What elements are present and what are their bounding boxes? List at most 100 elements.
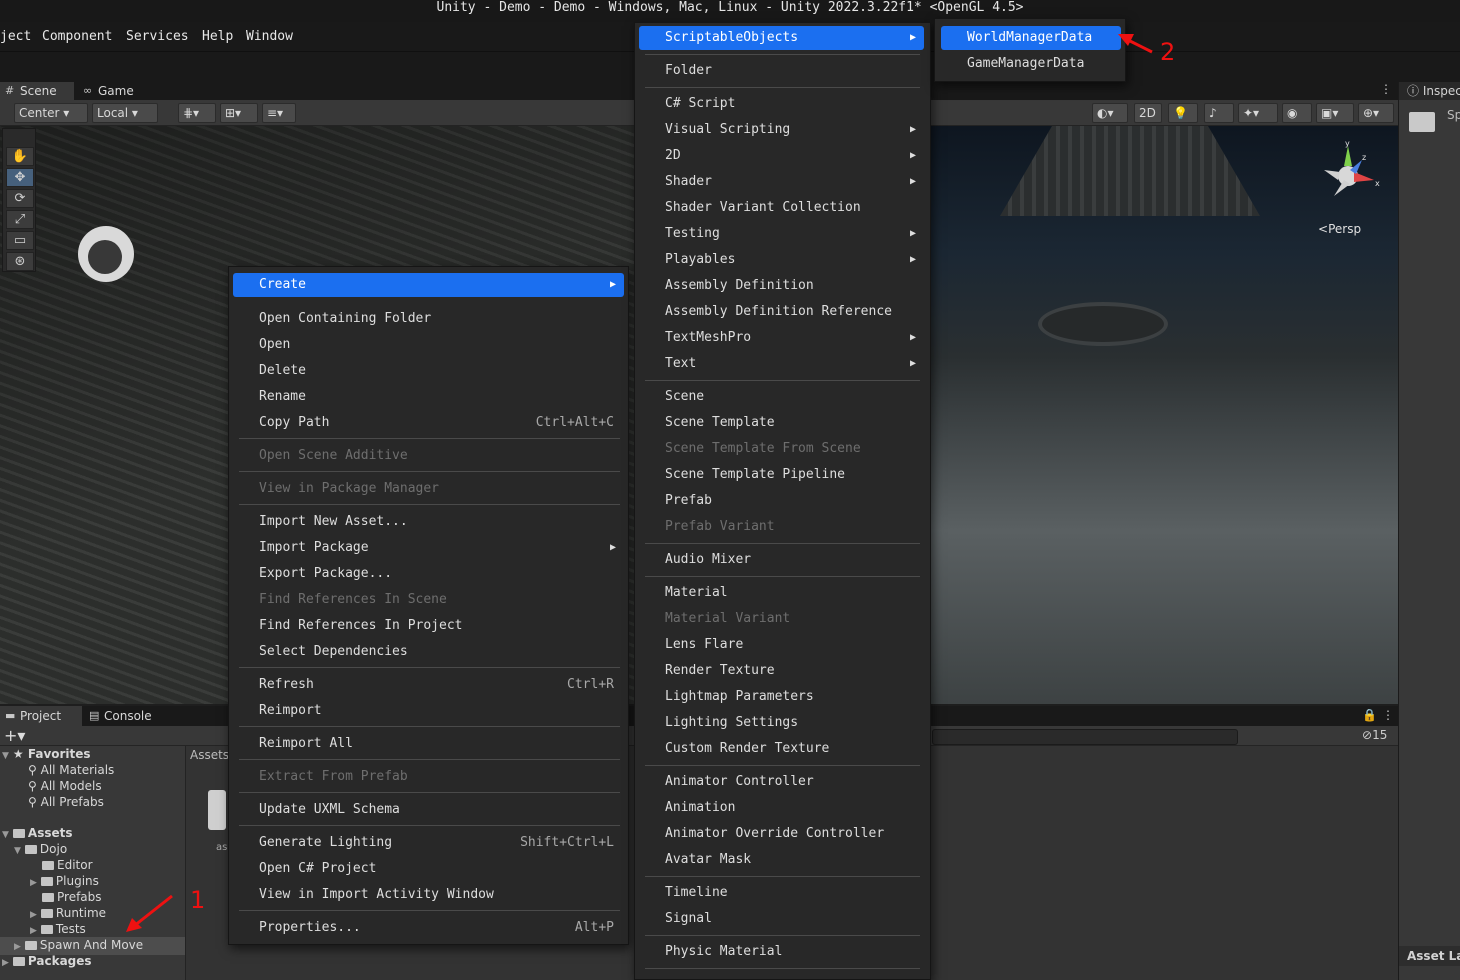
asset-labels-header[interactable]: Asset Labels xyxy=(1399,946,1460,966)
draw-mode-button[interactable]: ◐▾ xyxy=(1092,103,1128,123)
menu-item-create[interactable]: Create ▶ xyxy=(233,273,624,297)
camera-gizmo-icon[interactable] xyxy=(78,226,134,282)
menu-item-animator-override-controller[interactable]: Animator Override Controller xyxy=(639,822,924,846)
tab-inspector[interactable]: ⓘ Inspector xyxy=(1399,82,1460,100)
tab-game[interactable]: ∞ Game xyxy=(78,82,148,100)
visibility-button[interactable]: ◉ xyxy=(1282,103,1312,123)
menu-item-lightmap-parameters[interactable]: Lightmap Parameters xyxy=(639,685,924,709)
lock-icon[interactable]: 🔒 xyxy=(1362,708,1377,722)
menu-item-lens-flare[interactable]: Lens Flare xyxy=(639,633,924,657)
menu-item-import-package[interactable]: Import Package ▶ xyxy=(233,536,624,560)
menu-item-animation[interactable]: Animation xyxy=(639,796,924,820)
menu-item-open[interactable]: Open xyxy=(233,333,624,357)
menu-item-reimport-all[interactable]: Reimport All xyxy=(233,732,624,756)
menu-item-reimport[interactable]: Reimport xyxy=(233,699,624,723)
menu-item-properties[interactable]: Properties... Alt+P xyxy=(233,916,624,940)
menu-item-select-dependencies[interactable]: Select Dependencies xyxy=(233,640,624,664)
menu-item-copy-path[interactable]: Copy Path Ctrl+Alt+C xyxy=(233,411,624,435)
transform-tool-icon[interactable]: ⊛ xyxy=(6,252,34,271)
menu-item-delete[interactable]: Delete xyxy=(233,359,624,383)
menu-item-refresh[interactable]: Refresh Ctrl+R xyxy=(233,673,624,697)
menu-window[interactable]: Window xyxy=(246,29,293,44)
menu-item-rename[interactable]: Rename xyxy=(233,385,624,409)
space-dropdown[interactable]: Local ▾ xyxy=(92,103,158,123)
menu-item-scene[interactable]: Scene xyxy=(639,385,924,409)
effects-button[interactable]: ✦▾ xyxy=(1238,103,1278,123)
menu-item-scene-template[interactable]: Scene Template xyxy=(639,411,924,435)
more-options-icon[interactable]: ⋮ xyxy=(1380,82,1392,96)
menu-item-csharp-script[interactable]: C# Script xyxy=(639,92,924,116)
menu-item-scriptableobjects[interactable]: ScriptableObjects ▶ xyxy=(639,26,924,50)
menu-item-folder[interactable]: Folder xyxy=(639,59,924,83)
menu-item-timeline[interactable]: Timeline xyxy=(639,881,924,905)
camera-button[interactable]: ▣▾ xyxy=(1316,103,1354,123)
grid-toggle-button[interactable]: ⊞▾ xyxy=(220,103,258,123)
tree-editor[interactable]: Editor xyxy=(42,857,93,873)
gizmos-button[interactable]: ⊕▾ xyxy=(1358,103,1394,123)
menu-item-testing[interactable]: Testing ▶ xyxy=(639,222,924,246)
menu-item-playables[interactable]: Playables ▶ xyxy=(639,248,924,272)
menu-item-2d[interactable]: 2D ▶ xyxy=(639,144,924,168)
tree-fav-prefabs[interactable]: ⚲ All Prefabs xyxy=(28,794,104,810)
move-tool-icon[interactable]: ✥ xyxy=(6,168,34,187)
menu-project[interactable]: ject xyxy=(0,29,31,44)
rotate-tool-icon[interactable]: ⟳ xyxy=(6,189,34,208)
menu-help[interactable]: Help xyxy=(202,29,233,44)
menu-item-export-package[interactable]: Export Package... xyxy=(233,562,624,586)
menu-item-render-texture[interactable]: Render Texture xyxy=(639,659,924,683)
tree-packages[interactable]: ▶ Packages xyxy=(2,953,92,971)
menu-label: Shader xyxy=(665,174,712,189)
menu-item-prefab[interactable]: Prefab xyxy=(639,489,924,513)
menu-item-signal[interactable]: Signal xyxy=(639,907,924,931)
projection-label[interactable]: <Persp xyxy=(1318,222,1361,236)
menu-item-assembly-definition-reference[interactable]: Assembly Definition Reference xyxy=(639,300,924,324)
mode-2d-button[interactable]: 2D xyxy=(1134,103,1162,123)
menu-item-visual-scripting[interactable]: Visual Scripting ▶ xyxy=(639,118,924,142)
add-asset-button[interactable]: +▾ xyxy=(4,726,25,745)
menu-item-import-new-asset[interactable]: Import New Asset... xyxy=(233,510,624,534)
asset-thumbnail[interactable] xyxy=(208,790,226,830)
menu-component[interactable]: Component xyxy=(42,29,112,44)
tree-prefabs[interactable]: Prefabs xyxy=(42,889,102,905)
scale-tool-icon[interactable]: ⤢ xyxy=(6,210,34,229)
menu-item-gamemanagerdata[interactable]: GameManagerData xyxy=(941,52,1121,76)
tree-fav-models[interactable]: ⚲ All Models xyxy=(28,778,102,794)
menu-item-open-containing-folder[interactable]: Open Containing Folder xyxy=(233,307,624,331)
menu-item-shader[interactable]: Shader ▶ xyxy=(639,170,924,194)
hand-tool-icon[interactable]: ✋ xyxy=(6,147,34,166)
menu-item-find-references-in-project[interactable]: Find References In Project xyxy=(233,614,624,638)
menu-item-scene-template-pipeline[interactable]: Scene Template Pipeline xyxy=(639,463,924,487)
menu-item-lighting-settings[interactable]: Lighting Settings xyxy=(639,711,924,735)
more-options-icon[interactable]: ⋮ xyxy=(1382,708,1394,722)
tab-console[interactable]: ▤ Console xyxy=(84,706,174,726)
tab-scene[interactable]: # Scene xyxy=(0,82,74,100)
tree-fav-materials[interactable]: ⚲ All Materials xyxy=(28,762,114,778)
menu-item-view-import-activity[interactable]: View in Import Activity Window xyxy=(233,883,624,907)
menu-services[interactable]: Services xyxy=(126,29,189,44)
menu-item-generate-lighting[interactable]: Generate Lighting Shift+Ctrl+L xyxy=(233,831,624,855)
tab-project[interactable]: ▬ Project xyxy=(0,706,82,726)
orientation-gizmo[interactable]: y z x xyxy=(1318,140,1382,204)
menu-item-text[interactable]: Text ▶ xyxy=(639,352,924,376)
pivot-dropdown[interactable]: Center ▾ xyxy=(14,103,88,123)
rect-tool-icon[interactable]: ▭ xyxy=(6,231,34,250)
lighting-toggle-button[interactable]: 💡 xyxy=(1168,103,1198,123)
menu-item-textmeshpro[interactable]: TextMeshPro ▶ xyxy=(639,326,924,350)
menu-item-material[interactable]: Material xyxy=(639,581,924,605)
audio-toggle-button[interactable]: ♪ xyxy=(1204,103,1234,123)
menu-item-assembly-definition[interactable]: Assembly Definition xyxy=(639,274,924,298)
menu-item-physic-material[interactable]: Physic Material xyxy=(639,940,924,964)
menu-item-animator-controller[interactable]: Animator Controller xyxy=(639,770,924,794)
hidden-packages-toggle[interactable]: ⊘15 xyxy=(1362,728,1387,742)
menu-item-audio-mixer[interactable]: Audio Mixer xyxy=(639,548,924,572)
grid-snap-button[interactable]: ⋕▾ xyxy=(178,103,216,123)
menu-item-shader-variant-collection[interactable]: Shader Variant Collection xyxy=(639,196,924,220)
menu-item-update-uxml-schema[interactable]: Update UXML Schema xyxy=(233,798,624,822)
menu-item-custom-render-texture[interactable]: Custom Render Texture xyxy=(639,737,924,761)
menu-item-open-csharp-project[interactable]: Open C# Project xyxy=(233,857,624,881)
menu-item-avatar-mask[interactable]: Avatar Mask xyxy=(639,848,924,872)
search-input[interactable] xyxy=(932,729,1238,745)
increment-snap-button[interactable]: ≡▾ xyxy=(262,103,296,123)
menu-item-worldmanagerdata[interactable]: WorldManagerData xyxy=(941,26,1121,50)
breadcrumb[interactable]: Assets xyxy=(190,748,229,762)
